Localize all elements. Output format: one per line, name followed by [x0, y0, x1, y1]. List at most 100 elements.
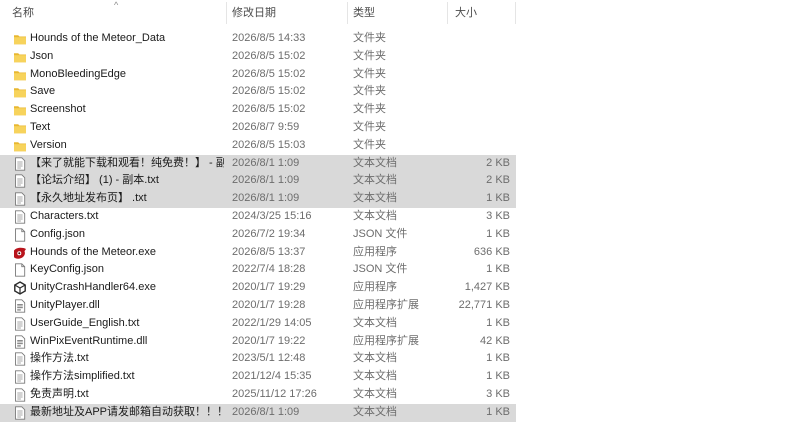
file-list: Hounds of the Meteor_Data 2026/8/5 14:33 文…	[0, 30, 516, 422]
file-name: 【永久地址发布页】 .txt	[30, 192, 147, 205]
file-date-modified: 2026/8/5 15:02	[232, 85, 306, 98]
file-row[interactable]: MonoBleedingEdge 2026/8/5 15:02 文件夹	[0, 66, 516, 84]
file-name: Characters.txt	[30, 209, 99, 222]
file-row[interactable]: Json 2026/8/5 15:02 文件夹	[0, 48, 516, 66]
file-row[interactable]: Version 2026/8/5 15:03 文件夹	[0, 137, 516, 155]
folder-icon	[13, 139, 27, 153]
file-size: 1 KB	[486, 352, 510, 365]
file-size: 3 KB	[486, 209, 510, 222]
file-size: 1 KB	[486, 405, 510, 418]
file-type: 文件夹	[353, 138, 386, 151]
column-header-size[interactable]: 大小	[455, 0, 477, 26]
file-name: 操作方法.txt	[30, 352, 89, 365]
file-type: 文本文档	[353, 370, 397, 383]
file-size: 1,427 KB	[464, 281, 510, 294]
file-date-modified: 2022/7/4 18:28	[232, 263, 306, 276]
text-file-icon	[13, 370, 27, 384]
folder-icon	[13, 121, 27, 135]
folder-icon	[13, 85, 27, 99]
file-row[interactable]: 【论坛介绍】 (1) - 副本.txt 2026/8/1 1:09 文本文档 2 KB	[0, 172, 516, 191]
file-row[interactable]: 免责声明.txt 2025/11/12 17:26 文本文档 3 KB	[0, 386, 516, 404]
folder-icon	[13, 50, 27, 64]
file-row[interactable]: UserGuide_English.txt 2022/1/29 14:05 文本文档…	[0, 315, 516, 333]
file-type: 文本文档	[353, 316, 397, 329]
folder-icon	[13, 68, 27, 82]
text-file-icon	[13, 406, 27, 420]
file-type: 文本文档	[353, 192, 397, 205]
column-divider[interactable]	[347, 2, 348, 24]
column-header-type[interactable]: 类型	[353, 0, 375, 26]
text-file-icon	[13, 317, 27, 331]
sort-ascending-icon[interactable]: ^	[114, 0, 118, 11]
file-date-modified: 2021/12/4 15:35	[232, 370, 312, 383]
file-type: 文本文档	[353, 387, 397, 400]
file-type: JSON 文件	[353, 263, 408, 276]
file-row[interactable]: 【来了就能下载和观看！纯免费！】 - 副... 2026/8/1 1:09 文本文档…	[0, 154, 516, 173]
dll-file-icon	[13, 334, 27, 349]
column-divider[interactable]	[515, 2, 516, 24]
file-size: 1 KB	[486, 316, 510, 329]
file-row[interactable]: UnityPlayer.dll 2020/1/7 19:28 应用程序扩展 22,77…	[0, 297, 516, 315]
file-date-modified: 2020/1/7 19:29	[232, 281, 306, 294]
file-row[interactable]: Save 2026/8/5 15:02 文件夹	[0, 83, 516, 101]
file-row[interactable]: Characters.txt 2024/3/25 15:16 文本文档 3 KB	[0, 208, 516, 226]
column-header-name[interactable]: 名称	[12, 0, 34, 26]
dll-file-icon	[13, 299, 27, 313]
file-type: JSON 文件	[353, 227, 408, 240]
file-date-modified: 2026/8/1 1:09	[232, 405, 300, 418]
file-date-modified: 2026/8/1 1:09	[232, 192, 300, 205]
file-row[interactable]: WinPixEventRuntime.dll 2020/1/7 19:22 应用程序…	[0, 333, 516, 351]
file-date-modified: 2026/8/5 14:33	[232, 32, 306, 44]
file-date-modified: 2026/8/5 13:37	[232, 245, 306, 258]
file-type: 应用程序扩展	[353, 298, 419, 311]
file-size: 3 KB	[486, 387, 510, 400]
file-type: 文本文档	[353, 209, 397, 222]
file-date-modified: 2026/8/5 15:02	[232, 103, 306, 116]
file-date-modified: 2020/1/7 19:28	[232, 298, 306, 311]
file-type: 文件夹	[353, 103, 386, 116]
file-row[interactable]: Screenshot 2026/8/5 15:02 文件夹	[0, 101, 516, 119]
file-row[interactable]: Text 2026/8/7 9:59 文件夹	[0, 119, 516, 137]
file-row[interactable]: KeyConfig.json 2022/7/4 18:28 JSON 文件 1 KB	[0, 261, 516, 279]
column-header-date[interactable]: 修改日期	[232, 0, 276, 26]
file-name: Save	[30, 85, 56, 98]
column-divider[interactable]	[226, 2, 227, 24]
file-row[interactable]: Config.json 2026/7/2 19:34 JSON 文件 1 KB	[0, 226, 516, 244]
file-name: Hounds of the Meteor.exe	[30, 245, 156, 258]
file-name: Version	[30, 138, 67, 151]
game-exe-icon	[13, 246, 27, 260]
file-date-modified: 2026/7/2 19:34	[232, 227, 306, 240]
file-date-modified: 2026/8/5 15:02	[232, 49, 306, 62]
file-row[interactable]: 最新地址及APP请发邮箱自动获取！！！... 2026/8/1 1:09 文本文档 1…	[0, 403, 516, 422]
file-name: 操作方法simplified.txt	[30, 370, 135, 383]
file-name: Json	[30, 49, 54, 62]
text-file-icon	[13, 352, 27, 366]
unity-icon	[13, 281, 27, 295]
file-name: UnityCrashHandler64.exe	[30, 281, 156, 294]
file-size: 1 KB	[486, 192, 510, 205]
file-name: 最新地址及APP请发邮箱自动获取！！！...	[30, 405, 224, 418]
file-name: UnityPlayer.dll	[30, 298, 100, 311]
column-header-bar: ^ 名称 修改日期 类型 大小	[0, 0, 516, 26]
file-date-modified: 2020/1/7 19:22	[232, 334, 306, 347]
file-row[interactable]: Hounds of the Meteor_Data 2026/8/5 14:33 文…	[0, 30, 516, 48]
file-type: 应用程序扩展	[353, 334, 419, 347]
text-file-icon	[13, 388, 27, 402]
file-row[interactable]: Hounds of the Meteor.exe 2026/8/5 13:37 应用…	[0, 244, 516, 262]
file-row[interactable]: 操作方法.txt 2023/5/1 12:48 文本文档 1 KB	[0, 350, 516, 368]
json-file-icon	[13, 228, 27, 242]
file-row[interactable]: UnityCrashHandler64.exe 2020/1/7 19:29 应用程…	[0, 279, 516, 297]
file-type: 文本文档	[353, 156, 397, 169]
file-row[interactable]: 操作方法simplified.txt 2021/12/4 15:35 文本文档 1 K…	[0, 368, 516, 386]
file-name: KeyConfig.json	[30, 263, 104, 276]
text-file-icon	[13, 192, 27, 206]
file-row[interactable]: 【永久地址发布页】 .txt 2026/8/1 1:09 文本文档 1 KB	[0, 190, 516, 208]
file-name: Screenshot	[30, 103, 86, 116]
file-size: 22,771 KB	[458, 298, 510, 311]
file-name: UserGuide_English.txt	[30, 316, 140, 329]
file-name: WinPixEventRuntime.dll	[30, 334, 148, 347]
json-file-icon	[13, 263, 27, 278]
file-type: 文件夹	[353, 67, 386, 80]
file-date-modified: 2026/8/5 15:02	[232, 67, 306, 80]
column-divider[interactable]	[447, 2, 448, 24]
